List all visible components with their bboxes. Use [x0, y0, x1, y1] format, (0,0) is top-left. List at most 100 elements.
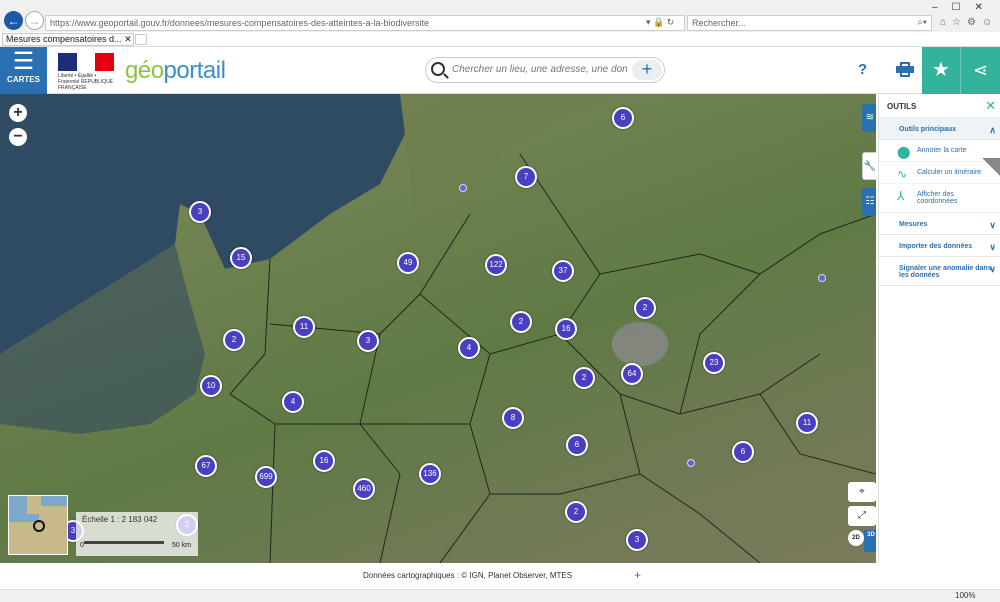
cluster-marker[interactable]: 6: [566, 434, 588, 456]
window-controls[interactable]: ‒☐✕: [932, 2, 997, 13]
cluster-marker[interactable]: 2: [565, 501, 587, 523]
cluster-marker[interactable]: 460: [353, 478, 375, 500]
view-3d-button[interactable]: 3D: [864, 530, 876, 552]
zoom-in-button[interactable]: +: [9, 104, 27, 122]
cluster-marker[interactable]: 11: [796, 412, 818, 434]
cluster-marker[interactable]: 7: [515, 166, 537, 188]
tab-title: Mesures compensatoires d...: [6, 34, 122, 44]
section-import[interactable]: Importer des données ∨: [879, 235, 1000, 257]
menu-label: CARTES: [7, 75, 40, 84]
cluster-marker[interactable]: 4: [458, 337, 480, 359]
map-pin-icon: ⬤: [897, 145, 911, 159]
printer-icon[interactable]: [896, 62, 914, 77]
cluster-marker[interactable]: 15: [230, 247, 252, 269]
single-measure-marker[interactable]: [818, 274, 826, 282]
chevron-down-icon: ∨: [989, 220, 996, 230]
tool-label: Afficher des coordonnées: [917, 191, 958, 205]
search-icon[interactable]: [431, 62, 445, 76]
cluster-marker[interactable]: 2: [634, 297, 656, 319]
search-icon[interactable]: ⌕▾: [917, 17, 927, 28]
cluster-marker[interactable]: 67: [195, 455, 217, 477]
home-star-gear-icons[interactable]: ⌂☆⚙☺: [940, 17, 998, 28]
zoom-out-button[interactable]: −: [9, 128, 27, 146]
legend-panel-tab[interactable]: ☷: [862, 188, 876, 216]
cluster-marker[interactable]: 3: [357, 330, 379, 352]
view-2d-button[interactable]: 2D: [848, 530, 864, 546]
cluster-marker[interactable]: 49: [397, 252, 419, 274]
chevron-down-icon: ∨: [989, 242, 996, 252]
forward-button[interactable]: →: [25, 11, 44, 30]
section-main-tools[interactable]: Outils principaux ∧: [879, 118, 1000, 140]
tool-coordinates[interactable]: ⅄ Afficher des coordonnées: [879, 184, 1000, 213]
hamburger-icon: ☰: [12, 48, 35, 75]
cluster-marker[interactable]: 136: [419, 463, 441, 485]
maps-menu-button[interactable]: ☰ CARTES: [0, 47, 47, 94]
scale-zero: 0: [80, 542, 84, 549]
map-canvas[interactable]: 6 7 3 15 49 122 37 2 11 3 2 2 16 4 2 64 …: [0, 94, 876, 563]
map-search-box: +: [425, 57, 665, 83]
cluster-marker[interactable]: 122: [485, 254, 507, 276]
back-button[interactable]: ←: [4, 11, 23, 30]
section-measures[interactable]: Mesures ∨: [879, 213, 1000, 235]
cluster-marker[interactable]: 2: [223, 329, 245, 351]
wrench-icon[interactable]: 🔧: [862, 152, 876, 180]
favorites-button[interactable]: ★: [922, 47, 960, 94]
republique-francaise-logo[interactable]: Liberté • Égalité • Fraternité RÉPUBLIQU…: [58, 53, 115, 91]
fullscreen-button[interactable]: ⤢: [848, 506, 876, 526]
cluster-marker[interactable]: 2: [573, 367, 595, 389]
new-badge: [982, 158, 1000, 176]
tab-bar: Mesures compensatoires d... ✕: [0, 32, 1000, 47]
geolocate-button[interactable]: ⌖: [848, 482, 876, 502]
cluster-marker[interactable]: 3: [626, 529, 648, 551]
address-bar-tools[interactable]: ▾ 🔒 ↻: [646, 17, 674, 28]
cluster-marker[interactable]: 6: [612, 107, 634, 129]
share-button[interactable]: ⋖: [960, 47, 1000, 94]
single-measure-marker[interactable]: [459, 184, 467, 192]
crosshair-icon: [33, 520, 45, 532]
single-measure-marker[interactable]: [687, 459, 695, 467]
expand-credits-button[interactable]: +: [634, 568, 641, 582]
scale-distance: 50 km: [172, 542, 192, 549]
cluster-marker[interactable]: 11: [293, 316, 315, 338]
cluster-marker[interactable]: 4: [282, 391, 304, 413]
browser-status-bar: 100%: [0, 589, 1000, 602]
chevron-down-icon: ∨: [989, 264, 996, 274]
cluster-marker[interactable]: 8: [502, 407, 524, 429]
cluster-marker[interactable]: 699: [255, 466, 277, 488]
zoom-level[interactable]: 100%: [955, 591, 975, 600]
browser-search-placeholder: Rechercher...: [692, 18, 746, 28]
overview-minimap[interactable]: [8, 495, 68, 555]
add-data-button[interactable]: +: [632, 60, 662, 80]
tool-label: Calculer un itinéraire: [917, 169, 982, 176]
cluster-marker[interactable]: 10: [200, 375, 222, 397]
new-tab-button[interactable]: [135, 34, 147, 45]
scale-indicator: Échelle 1 : 2 183 042 0 50 km: [76, 512, 198, 556]
cluster-marker[interactable]: 3: [189, 201, 211, 223]
cluster-marker[interactable]: 16: [555, 318, 577, 340]
geoportail-header: ☰ CARTES Liberté • Égalité • Fraternité …: [0, 47, 1000, 94]
section-label: Importer des données: [899, 243, 973, 250]
browser-tab[interactable]: Mesures compensatoires d... ✕: [2, 33, 134, 46]
section-main-tools-label: Outils principaux: [899, 126, 957, 133]
cluster-marker[interactable]: 16: [313, 450, 335, 472]
layers-panel-tab[interactable]: ≋: [862, 104, 876, 132]
close-icon[interactable]: ✕: [985, 98, 996, 114]
cluster-marker[interactable]: 23: [703, 352, 725, 374]
scale-bar: [84, 541, 164, 544]
section-label: Mesures: [899, 221, 928, 228]
map-search-input[interactable]: [452, 64, 627, 75]
chevron-up-icon: ∧: [989, 125, 996, 135]
address-bar[interactable]: https://www.geoportail.gouv.fr/donnees/m…: [45, 15, 685, 31]
geoportail-logo[interactable]: géoportail: [125, 57, 226, 85]
help-button[interactable]: ?: [858, 61, 867, 78]
cluster-marker[interactable]: 37: [552, 260, 574, 282]
map-footer: Données cartographiques : © IGN, Planet …: [0, 563, 1000, 589]
cluster-marker[interactable]: 2: [510, 311, 532, 333]
browser-search-field[interactable]: Rechercher... ⌕▾: [687, 15, 932, 31]
cluster-marker[interactable]: 6: [732, 441, 754, 463]
cluster-marker[interactable]: 64: [621, 363, 643, 385]
scale-label: Échelle 1 : 2 183 042: [82, 515, 158, 524]
section-report-anomaly[interactable]: Signaler une anomalie dans les données ∨: [879, 257, 1000, 286]
tools-panel: OUTILS ✕ Outils principaux ∧ ⬤ Annoter l…: [878, 94, 1000, 563]
axes-icon: ⅄: [897, 189, 905, 203]
